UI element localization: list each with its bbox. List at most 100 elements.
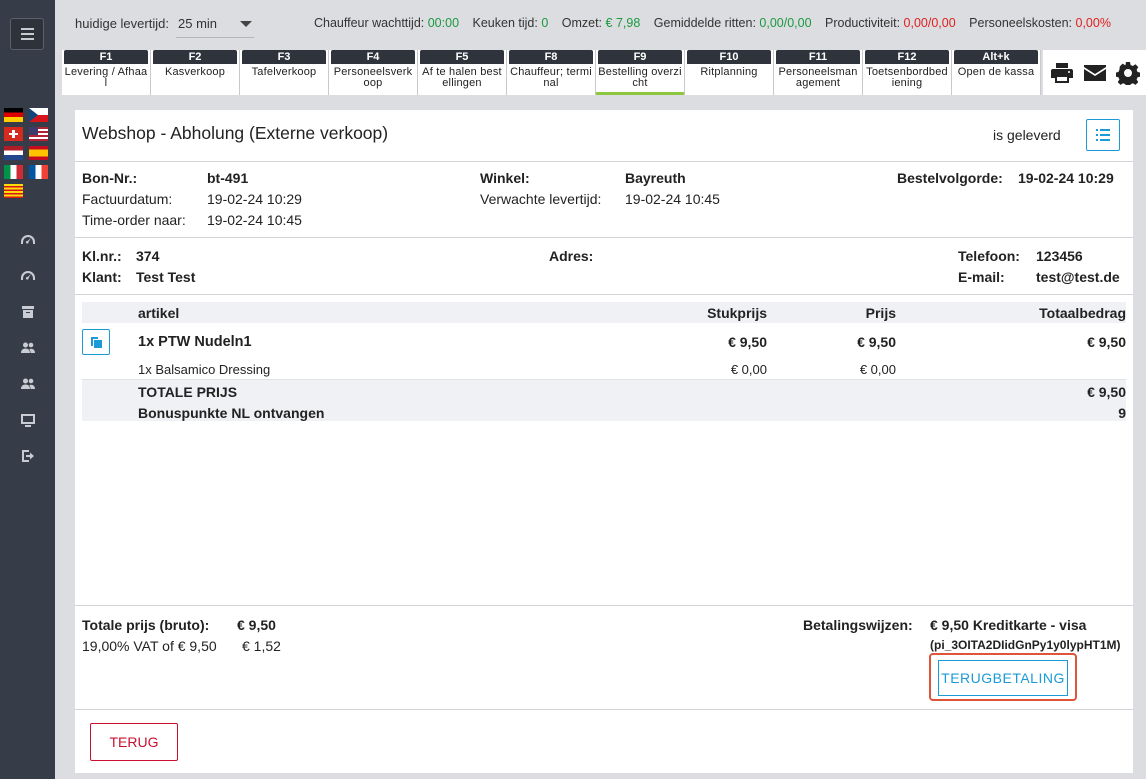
sidebar-item-dashboard-2[interactable] xyxy=(0,258,55,294)
users-icon xyxy=(20,378,35,389)
sidebar-item-display[interactable] xyxy=(0,402,55,438)
flag-ch-icon[interactable] xyxy=(4,127,23,141)
bonus-value: 9 xyxy=(1118,405,1126,421)
fkey-f10-ritplanning[interactable]: F10 Ritplanning xyxy=(685,50,774,95)
flag-fr-icon[interactable] xyxy=(29,165,48,179)
fkey-label: Toetsenbordbediening xyxy=(866,66,948,89)
factuur-label: Factuurdatum: xyxy=(82,191,173,207)
flag-catalan-icon[interactable] xyxy=(4,184,23,198)
hamburger-icon xyxy=(20,28,34,30)
stat-value: 0 xyxy=(541,16,549,30)
sidebar-item-staff[interactable] xyxy=(0,366,55,402)
klnr-label: Kl.nr.: xyxy=(82,248,122,264)
stat-label: Personeelskosten: xyxy=(969,16,1073,30)
list-icon xyxy=(1096,129,1110,141)
stat-label: Gemiddelde ritten: xyxy=(653,16,756,30)
fkey-altk-open-kassa[interactable]: Alt+k Open de kassa xyxy=(952,50,1041,95)
flag-it-icon[interactable] xyxy=(4,165,23,179)
archive-icon xyxy=(21,306,34,318)
fkey-label: Levering / Afhaal xyxy=(64,66,148,89)
function-key-bar: F1 Levering / Afhaal F2 Kasverkoop F3 Tafel… xyxy=(62,50,1041,95)
list-view-button[interactable] xyxy=(1086,119,1120,151)
printer-icon[interactable] xyxy=(1050,61,1074,85)
fkey-code: F11 xyxy=(776,50,860,64)
winkel-value: Bayreuth xyxy=(625,170,686,186)
stat-keuken-tijd: Keuken tijd: 0 xyxy=(473,16,549,30)
menu-toggle-button[interactable] xyxy=(10,18,44,50)
item-stukprijs: € 9,50 xyxy=(728,334,767,350)
order-detail-panel: Webshop - Abholung (Externe verkoop) is … xyxy=(75,110,1133,773)
hamburger-icon xyxy=(20,33,34,35)
adres-label: Adres: xyxy=(549,248,594,264)
fkey-label: Tafelverkoop xyxy=(251,66,317,78)
bon-value: bt-491 xyxy=(207,170,249,186)
sidebar-item-archive[interactable] xyxy=(0,294,55,330)
hamburger-icon xyxy=(20,38,34,40)
item-totaal: € 9,50 xyxy=(1087,334,1126,350)
fkey-label: Bestelling overzicht xyxy=(598,66,682,89)
fkey-label: Open de kassa xyxy=(957,66,1035,78)
back-button[interactable]: TERUG xyxy=(90,723,178,761)
stat-label: Productiviteit: xyxy=(825,16,901,30)
fkey-code: F9 xyxy=(598,50,682,64)
stat-value: 0,00/0,00 xyxy=(903,16,956,30)
fkey-label: Personeelsverkoop xyxy=(333,66,413,89)
total-label: TOTALE PRIJS xyxy=(138,384,238,400)
flag-nl-icon[interactable] xyxy=(4,146,23,160)
envelope-icon[interactable] xyxy=(1083,61,1107,85)
table-row: 1x PTW Nudeln1 € 9,50 € 9,50 € 9,50 1x B… xyxy=(82,323,1126,379)
flag-us-icon[interactable] xyxy=(29,127,48,141)
page-title: Webshop - Abholung (Externe verkoop) xyxy=(82,123,389,143)
language-flags xyxy=(4,108,52,198)
item-name: 1x PTW Nudeln1 xyxy=(138,334,252,350)
sidebar-item-users[interactable] xyxy=(0,330,55,366)
fkey-f2-kasverkoop[interactable]: F2 Kasverkoop xyxy=(151,50,240,95)
sidebar-item-logout[interactable] xyxy=(0,438,55,474)
stat-value: 0,00% xyxy=(1075,16,1111,30)
fkey-f11-personeelsmanagement[interactable]: F11 Personeelsmanagement xyxy=(774,50,863,95)
gear-icon[interactable] xyxy=(1115,61,1140,85)
timeorder-label: Time-order naar: xyxy=(82,212,186,228)
stat-productiviteit: Productiviteit: 0,00/0,00 xyxy=(825,16,956,30)
stat-value: 0,00/0,00 xyxy=(759,16,812,30)
stat-label: Omzet: xyxy=(561,16,603,30)
copy-item-button[interactable] xyxy=(82,329,110,355)
fkey-f9-bestelling-overzicht[interactable]: F9 Bestelling overzicht xyxy=(596,50,685,95)
betaling-ref: (pi_3OITA2DIidGnPy1y0lypHT1M) xyxy=(930,638,1121,652)
status-text: is geleverd xyxy=(993,127,1061,143)
levertijd-value: 25 min xyxy=(178,16,218,31)
stat-personeelskosten: Personeelskosten: 0,00% xyxy=(969,16,1111,30)
klant-value: Test Test xyxy=(136,269,196,285)
table-header-row: artikel Stukprijs Prijs Totaalbedrag xyxy=(82,302,1126,323)
email-value: test@test.de xyxy=(1036,269,1120,285)
stat-value: € 7,98 xyxy=(605,16,641,30)
flag-cz-icon[interactable] xyxy=(29,108,48,122)
fkey-f12-toetsenbordbediening[interactable]: F12 Toetsenbordbediening xyxy=(863,50,952,95)
levertijd-select[interactable]: 25 min xyxy=(176,10,254,38)
total-value: € 9,50 xyxy=(1087,384,1126,400)
stat-omzet: Omzet: € 7,98 xyxy=(562,16,641,30)
fkey-f1-levering[interactable]: F1 Levering / Afhaal xyxy=(62,50,151,95)
fkey-f5-af-te-halen[interactable]: F5 Af te halen bestellingen xyxy=(418,50,507,95)
fkey-f3-tafelverkoop[interactable]: F3 Tafelverkoop xyxy=(240,50,329,95)
flag-es-icon[interactable] xyxy=(29,146,48,160)
fkey-f8-chauffeur[interactable]: F8 Chauffeur; terminal xyxy=(507,50,596,95)
toolbar-icons xyxy=(1043,50,1146,95)
fkey-code: F1 xyxy=(64,50,148,64)
chevron-down-icon xyxy=(240,21,252,27)
sidebar-item-dashboard[interactable] xyxy=(0,222,55,258)
order-info-section: Bon-Nr.: bt-491 Factuurdatum: 19-02-24 1… xyxy=(75,162,1133,238)
fkey-code: Alt+k xyxy=(954,50,1038,64)
refund-button[interactable]: TERUGBETALING xyxy=(938,660,1068,696)
flag-de-icon[interactable] xyxy=(4,108,23,122)
verwacht-label: Verwachte levertijd: xyxy=(480,191,602,207)
fkey-f4-personeelsverkoop[interactable]: F4 Personeelsverkoop xyxy=(329,50,418,95)
fkey-label: Af te halen bestellingen xyxy=(422,66,502,89)
subitem-stukprijs: € 0,00 xyxy=(730,362,767,377)
fkey-label: Personeelsmanagement xyxy=(778,66,858,89)
fkey-code: F4 xyxy=(331,50,415,64)
bruto-label: Totale prijs (bruto): xyxy=(82,617,210,633)
factuur-value: 19-02-24 10:29 xyxy=(207,191,302,207)
stat-label: Chauffeur wachttijd: xyxy=(314,16,425,30)
speedometer-icon xyxy=(20,235,35,244)
